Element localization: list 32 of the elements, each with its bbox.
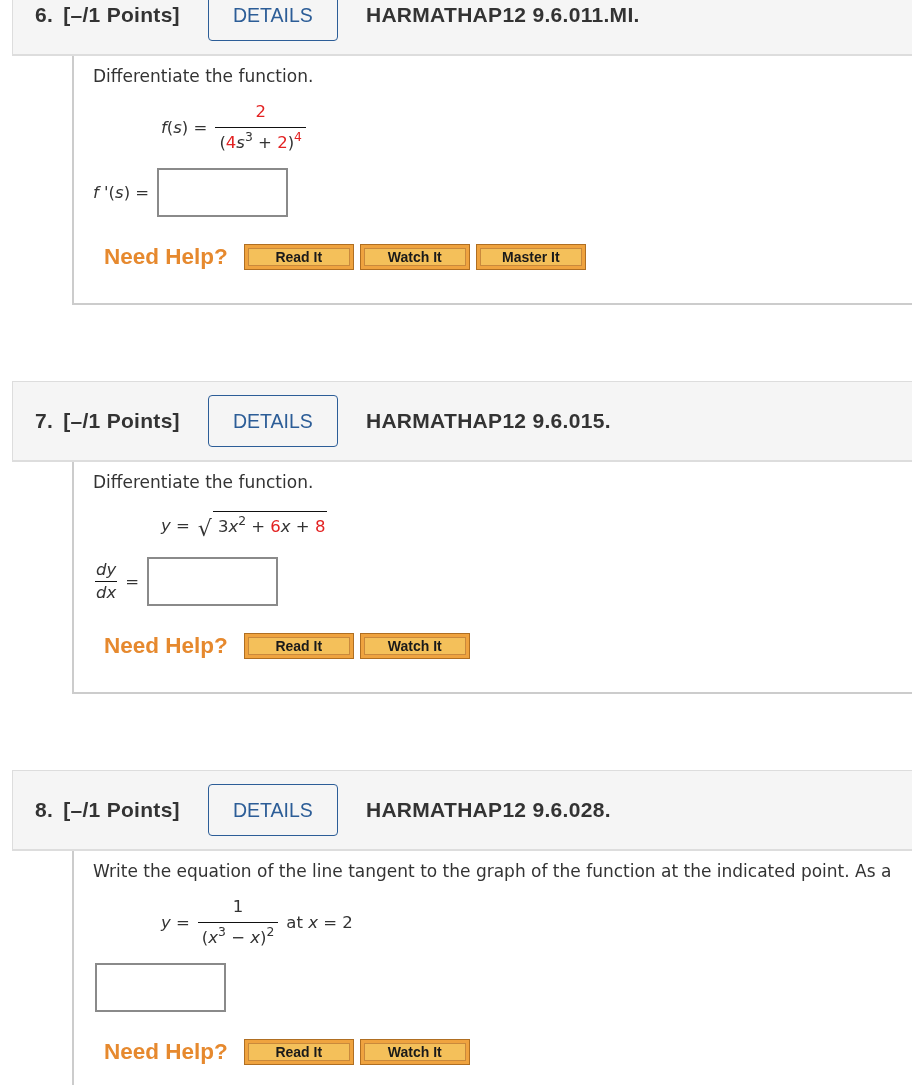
need-help-label: Need Help? xyxy=(104,633,228,659)
function-formula: f(s) = 2 (4s$^{3}$ + 2)$^{4}$ xyxy=(161,97,306,158)
question-prompt: Differentiate the function. xyxy=(93,66,315,87)
help-button[interactable]: Read It xyxy=(243,1039,354,1065)
points-label: [–/1 Points] xyxy=(63,3,180,27)
help-button[interactable]: Read It xyxy=(243,633,354,659)
help-button[interactable]: Watch It xyxy=(359,244,470,270)
question-prompt: Write the equation of the line tangent to the graph of the function at the indicated point. As a xyxy=(93,861,893,882)
answer-field[interactable] xyxy=(157,168,289,217)
help-button[interactable]: Master It xyxy=(475,244,586,270)
function-formula: y = 1 (x$^{3}$ − x)$^{2}$ at x = 2 xyxy=(161,892,353,953)
answer-field[interactable] xyxy=(95,963,226,1012)
points-label: [–/1 Points] xyxy=(63,409,180,433)
question-number: 7. xyxy=(35,409,54,433)
question-code: HARMATHAP12 9.6.028. xyxy=(365,798,611,822)
answer-field[interactable] xyxy=(147,557,279,606)
details-button[interactable]: DETAILS xyxy=(207,395,338,447)
points-label: [–/1 Points] xyxy=(63,798,180,822)
question-code: HARMATHAP12 9.6.015. xyxy=(365,409,611,433)
question-prompt: Differentiate the function. xyxy=(93,472,315,493)
help-button[interactable]: Watch It xyxy=(359,1039,470,1065)
details-button[interactable]: DETAILS xyxy=(207,784,338,836)
question-number: 6. xyxy=(35,3,54,27)
function-formula: y = √ 3x$^{2}$ + 6x + 8 xyxy=(161,510,328,540)
help-button[interactable]: Read It xyxy=(243,244,354,270)
need-help-label: Need Help? xyxy=(104,244,228,270)
need-help-label: Need Help? xyxy=(104,1039,228,1065)
help-button[interactable]: Watch It xyxy=(359,633,470,659)
question-number: 8. xyxy=(35,798,54,822)
question-code: HARMATHAP12 9.6.011.MI. xyxy=(365,3,640,27)
details-button[interactable]: DETAILS xyxy=(207,0,338,41)
answer-label: f '(s) = xyxy=(93,183,150,202)
